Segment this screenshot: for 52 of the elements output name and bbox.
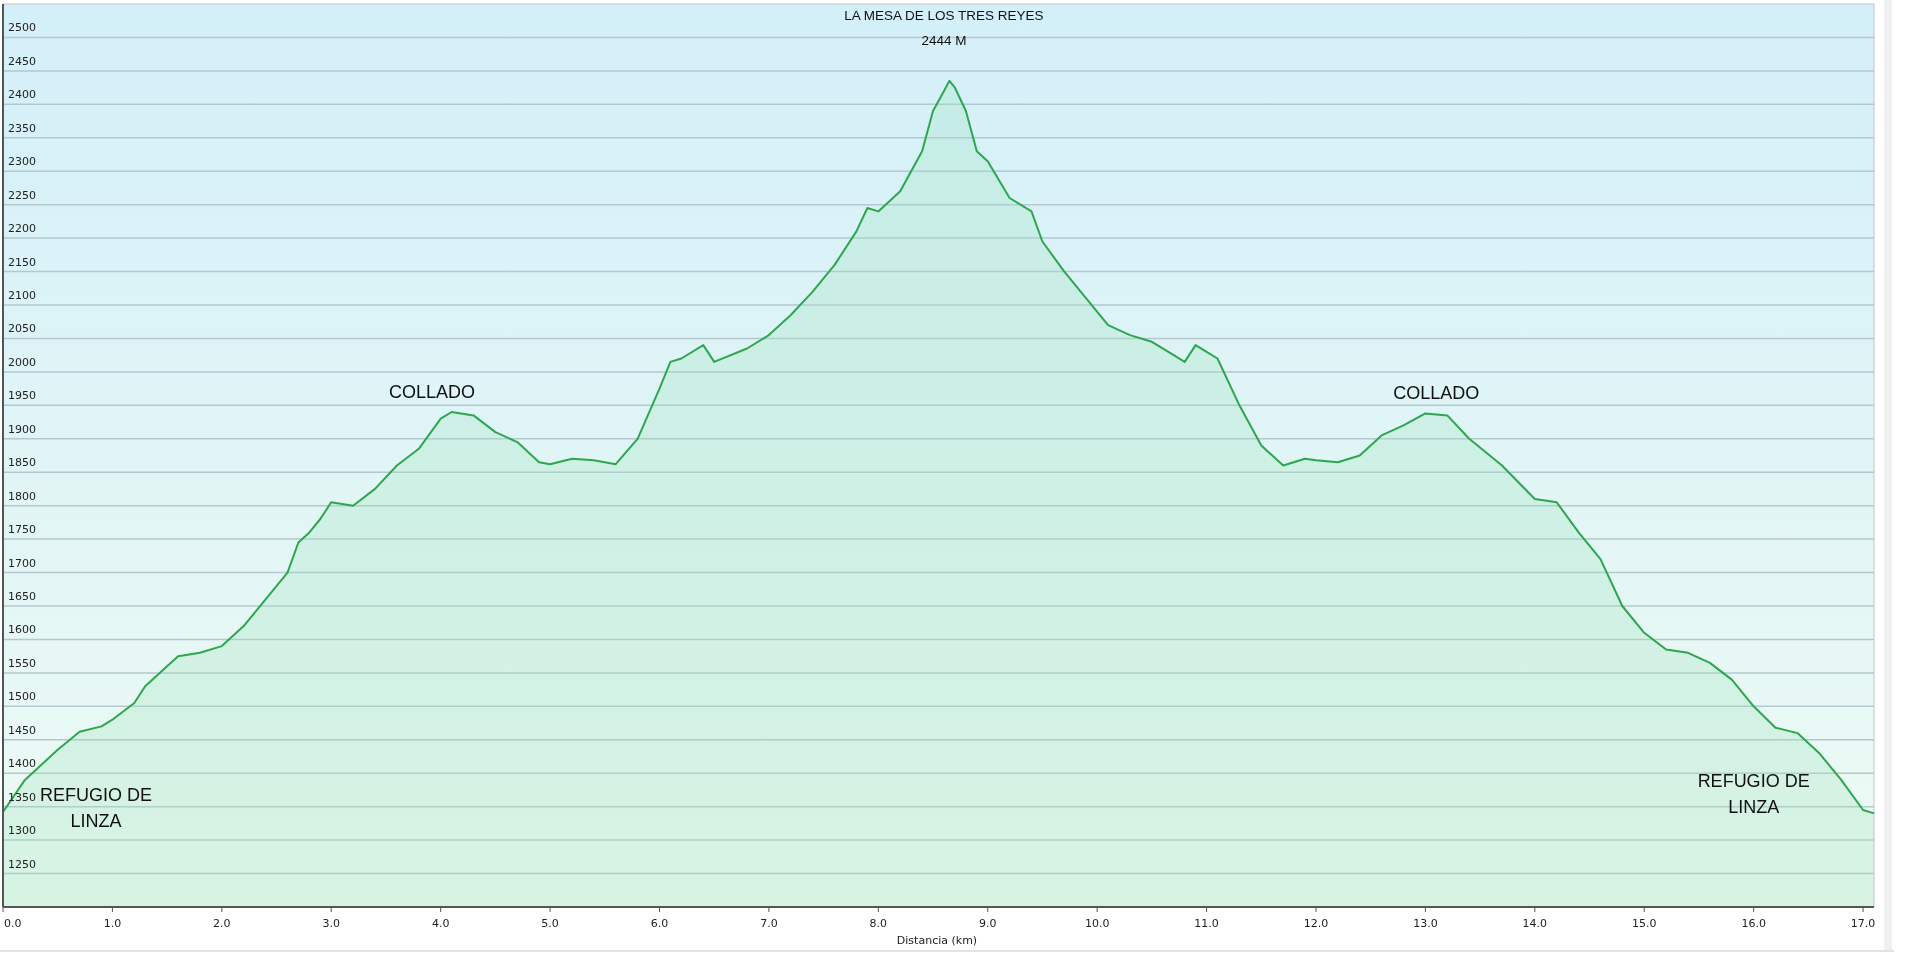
y-tick-label: 1550 bbox=[8, 656, 36, 670]
y-tick-label: 2200 bbox=[8, 222, 36, 236]
y-tick-label: 1600 bbox=[8, 623, 36, 637]
x-tick-label: 3.0 bbox=[322, 917, 340, 930]
annotation-label: LINZA bbox=[1728, 796, 1780, 817]
y-tick-label: 1300 bbox=[8, 824, 36, 838]
x-tick-label: 10.0 bbox=[1084, 917, 1110, 930]
y-tick-label: 1900 bbox=[8, 422, 36, 436]
x-tick-label: 4.0 bbox=[431, 917, 450, 930]
y-tick-label: 1250 bbox=[8, 857, 36, 871]
x-tick-label: 6.0 bbox=[650, 917, 669, 930]
y-tick-label: 2000 bbox=[8, 355, 36, 369]
y-tick-label: 2450 bbox=[8, 54, 36, 68]
y-tick-label: 2500 bbox=[8, 21, 36, 35]
y-tick-label: 1700 bbox=[8, 556, 36, 570]
x-tick-label: 15.0 bbox=[1632, 917, 1657, 930]
y-tick-label: 2250 bbox=[8, 188, 36, 202]
x-tick-label: 16.0 bbox=[1741, 917, 1766, 930]
x-tick-label: 0.0 bbox=[4, 917, 22, 930]
annotation-label: LINZA bbox=[70, 811, 122, 832]
y-tick-label: 1400 bbox=[8, 757, 36, 771]
x-tick-label: 14.0 bbox=[1522, 917, 1548, 930]
annotation-label: COLLADO bbox=[1393, 383, 1480, 404]
y-tick-label: 1750 bbox=[8, 523, 36, 537]
x-tick-label: 5.0 bbox=[541, 917, 559, 930]
x-tick-label: 8.0 bbox=[869, 917, 888, 930]
y-tick-label: 1950 bbox=[8, 389, 36, 403]
y-tick-label: 2150 bbox=[8, 255, 36, 269]
annotation-label: 2444 M bbox=[921, 33, 967, 48]
y-tick-label: 2100 bbox=[8, 289, 36, 302]
y-tick-label: 2300 bbox=[8, 155, 36, 169]
annotation-label: REFUGIO DE bbox=[1697, 770, 1810, 791]
y-tick-label: 1800 bbox=[8, 489, 36, 503]
y-tick-label: 2350 bbox=[8, 121, 36, 135]
annotation-label: LA MESA DE LOS TRES REYES bbox=[844, 7, 1044, 23]
x-tick-label: 17.0 bbox=[1850, 917, 1876, 930]
y-tick-label: 1650 bbox=[8, 590, 36, 603]
x-tick-label: 12.0 bbox=[1303, 917, 1329, 930]
y-tick-label: 2400 bbox=[8, 88, 36, 102]
annotation-label: REFUGIO DE bbox=[40, 785, 152, 806]
x-tick-label: 1.0 bbox=[103, 917, 122, 930]
y-tick-label: 1850 bbox=[8, 456, 36, 470]
x-tick-label: 9.0 bbox=[979, 917, 997, 930]
annotation-label: COLLADO bbox=[388, 382, 475, 403]
y-tick-label: 2050 bbox=[8, 322, 36, 336]
x-tick-label: 13.0 bbox=[1413, 917, 1438, 930]
x-tick-label: 7.0 bbox=[760, 917, 778, 930]
x-tick-label: 2.0 bbox=[213, 917, 231, 930]
x-axis-label: Distancia (km) bbox=[896, 934, 978, 947]
y-tick-label: 1450 bbox=[8, 723, 36, 737]
y-tick-label: 1500 bbox=[8, 690, 36, 704]
x-tick-label: 11.0 bbox=[1194, 917, 1219, 930]
